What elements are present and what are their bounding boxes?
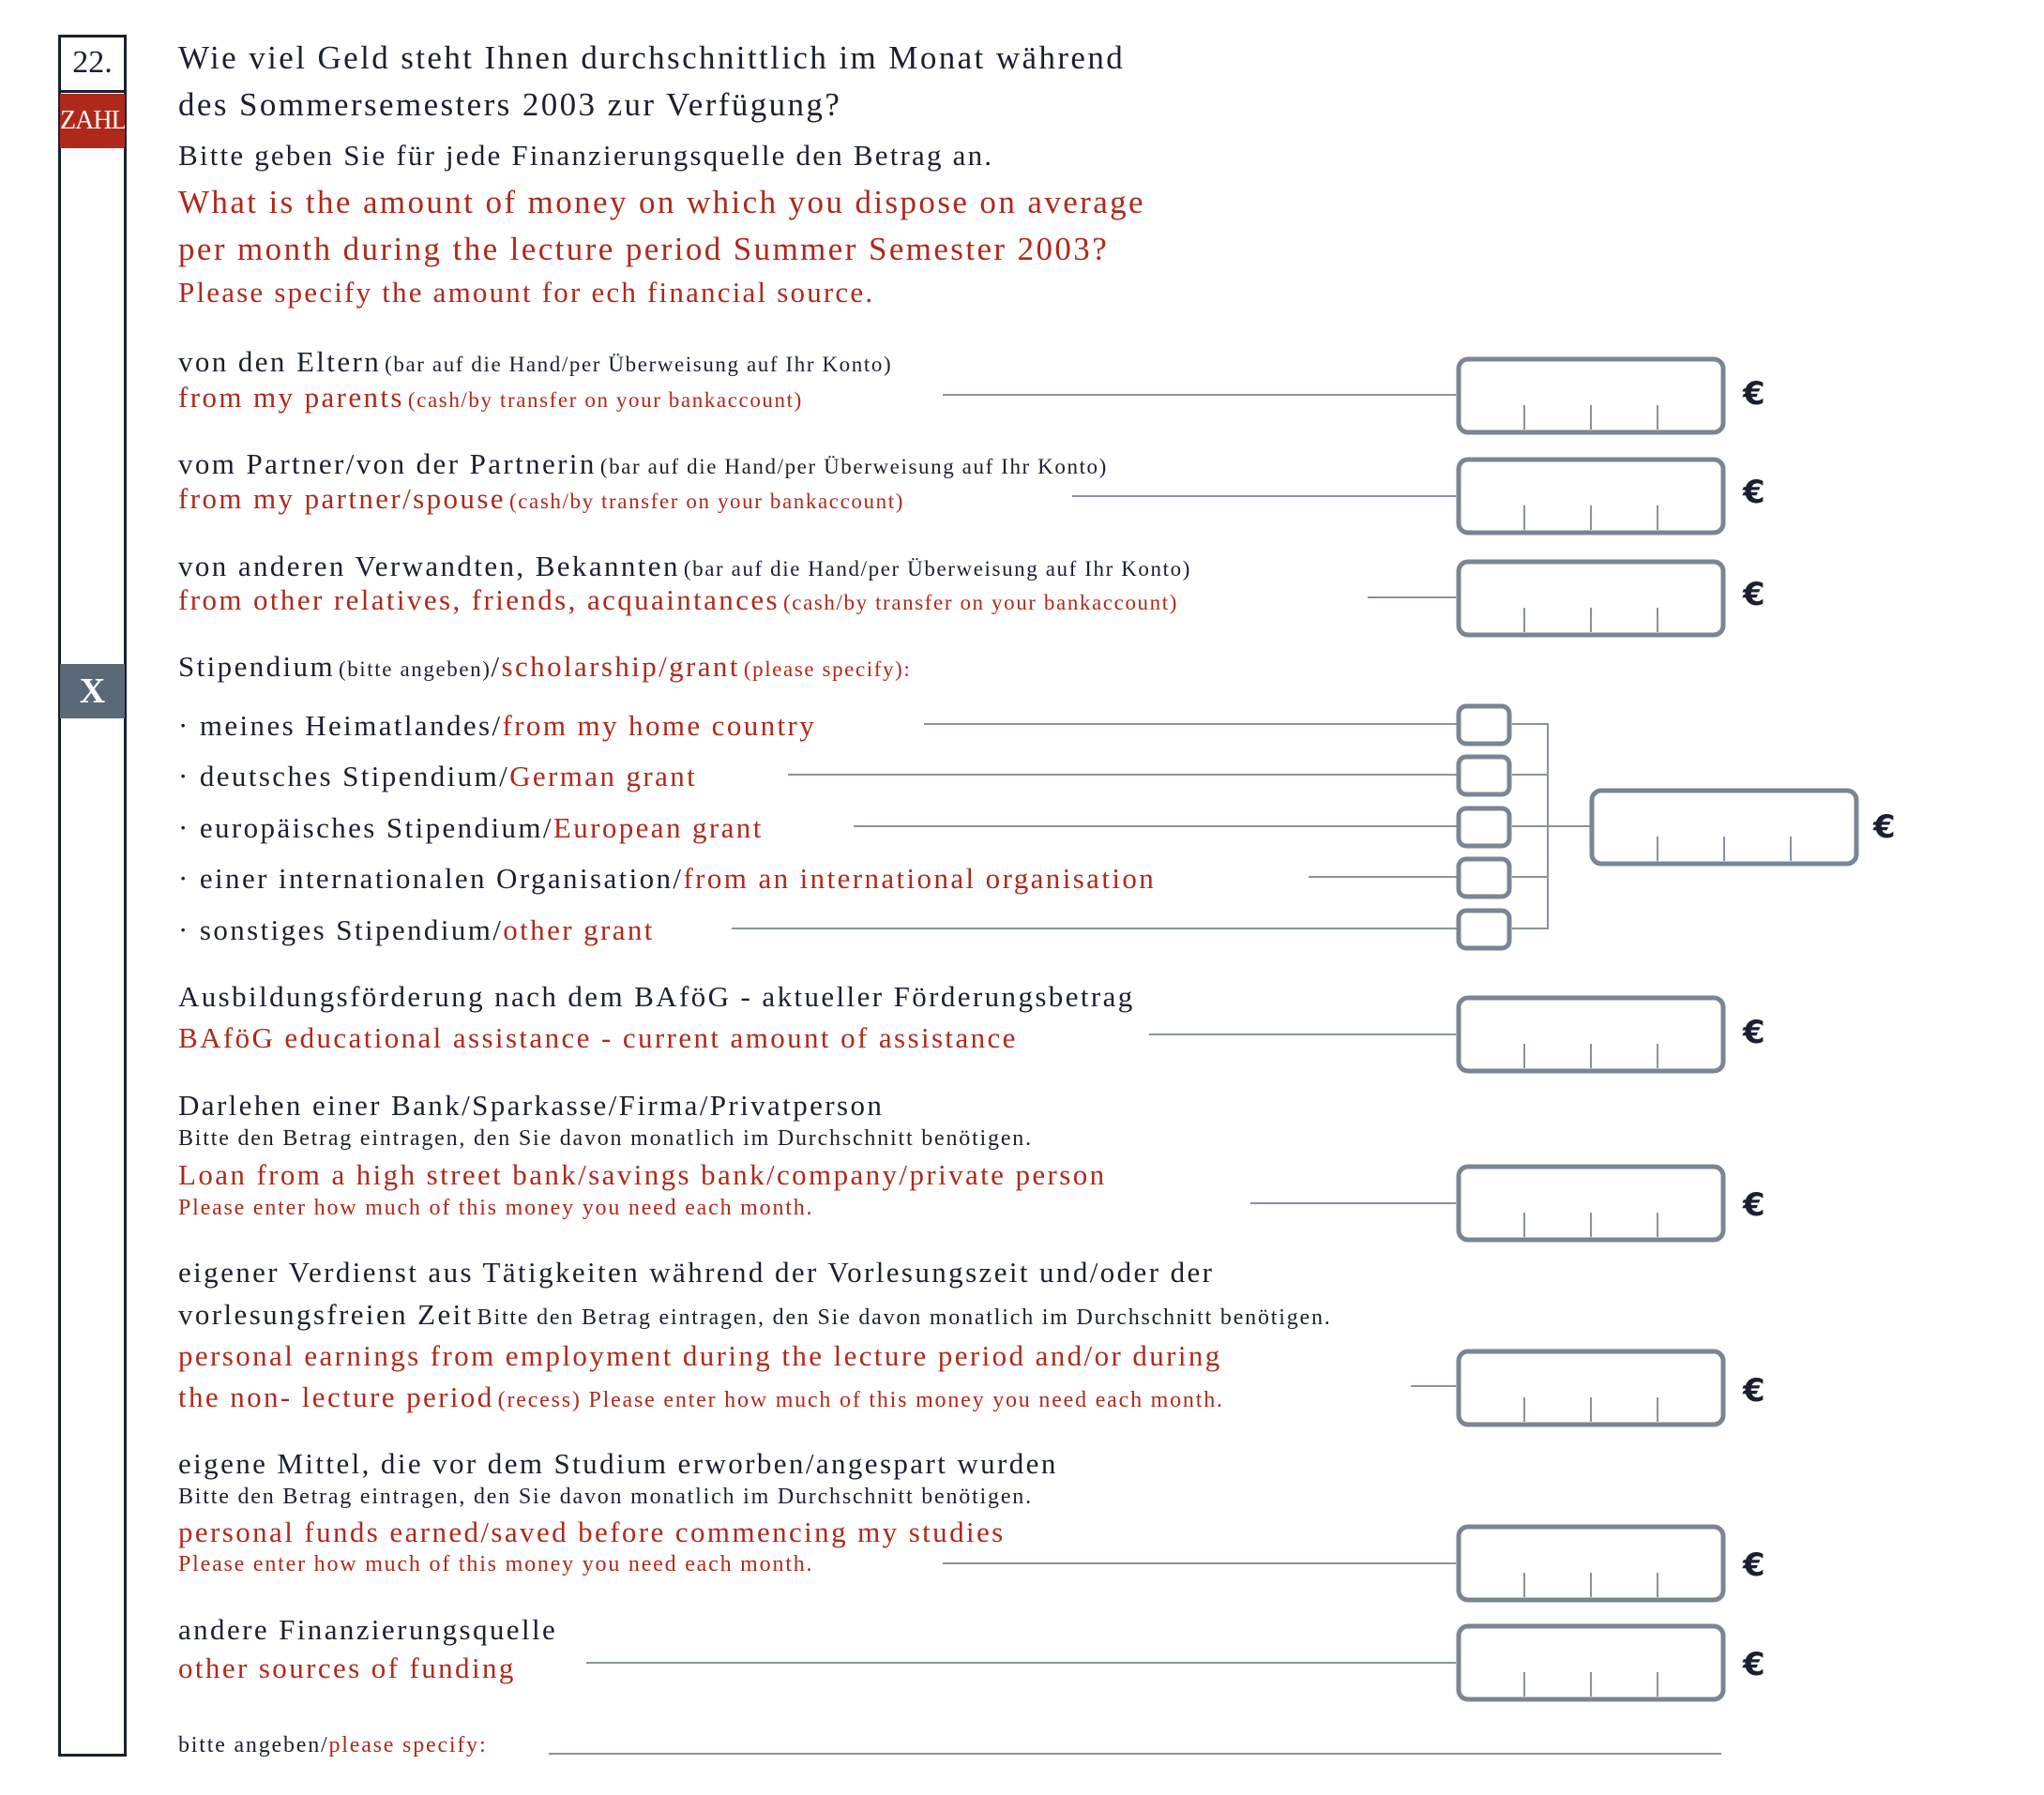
amount-box-relatives[interactable] [1456,559,1728,638]
euro-icon: € [1743,576,1765,613]
amount-box-scholarship[interactable] [1589,788,1861,867]
amount-box-earnings[interactable] [1456,1349,1728,1427]
amount-box-loan[interactable] [1456,1164,1728,1243]
checkbox-german-grant[interactable] [1456,754,1514,797]
amount-box-own-funds[interactable] [1456,1524,1728,1603]
euro-icon: € [1743,1014,1765,1051]
euro-icon: € [1743,474,1765,511]
amount-box-bafog[interactable] [1456,995,1728,1074]
leader-lines [549,394,1721,1755]
amount-box-parents[interactable] [1456,356,1728,435]
euro-icon: € [1743,1186,1765,1224]
euro-icon: € [1873,808,1896,846]
amount-box-partner[interactable] [1456,457,1728,535]
euro-icon: € [1743,1646,1765,1683]
checkbox-european-grant[interactable] [1456,806,1514,849]
euro-icon: € [1743,1372,1765,1410]
amount-box-other[interactable] [1456,1623,1728,1702]
specify-input[interactable] [549,1726,1721,1754]
euro-icon: € [1743,375,1765,413]
checkbox-home-country[interactable] [1456,703,1514,747]
checkbox-international-organisation[interactable] [1456,856,1514,899]
checkbox-other-grant[interactable] [1456,908,1514,951]
euro-icon: € [1743,1546,1765,1584]
